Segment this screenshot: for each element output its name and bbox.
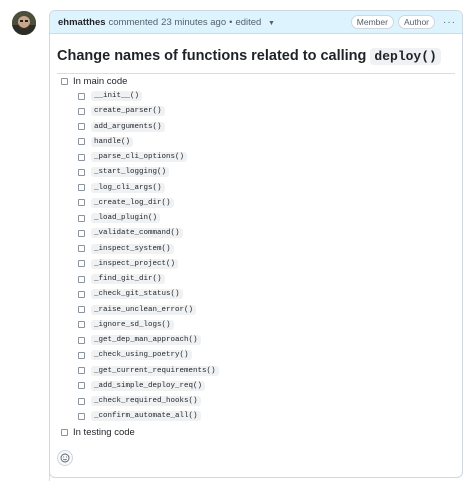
function-name: _log_cli_args()	[91, 182, 165, 193]
task-checkbox[interactable]	[78, 397, 85, 405]
function-name: _validate_command()	[91, 228, 183, 239]
task-main-code: In main code	[61, 74, 127, 88]
task-item: _get_current_requirements()	[78, 364, 219, 378]
task-checkbox[interactable]	[61, 77, 68, 85]
task-item: _create_log_dir()	[78, 196, 174, 210]
function-name: _check_using_poetry()	[91, 350, 192, 361]
task-item: _raise_unclean_error()	[78, 303, 197, 317]
task-item: _inspect_system()	[78, 242, 174, 256]
task-item: _inspect_project()	[78, 257, 179, 271]
task-item: _validate_command()	[78, 226, 183, 240]
more-options-icon[interactable]: ···	[443, 17, 456, 28]
function-name: _inspect_project()	[91, 258, 179, 269]
function-name: _parse_cli_options()	[91, 152, 188, 162]
function-name: _inspect_system()	[91, 243, 174, 254]
function-name: add_arguments()	[91, 121, 165, 132]
task-checkbox[interactable]	[78, 290, 85, 298]
task-checkbox[interactable]	[78, 382, 85, 390]
task-checkbox[interactable]	[78, 92, 85, 100]
task-checkbox[interactable]	[78, 367, 85, 374]
task-item: _start_logging()	[78, 165, 170, 179]
edited-label: edited	[235, 16, 262, 28]
task-checkbox[interactable]	[78, 275, 85, 283]
title-text: Change names of functions related to cal…	[57, 48, 371, 64]
function-name: _raise_unclean_error()	[91, 304, 197, 315]
task-item: _add_simple_deploy_req()	[78, 379, 206, 393]
task-checkbox[interactable]	[78, 412, 85, 420]
avatar-image	[12, 11, 36, 35]
task-item: _get_dep_man_approach()	[78, 333, 201, 347]
add-reaction-button[interactable]	[57, 450, 73, 466]
task-checkbox[interactable]	[78, 336, 85, 344]
function-name: create_parser()	[91, 106, 165, 117]
task-checkbox[interactable]	[78, 245, 85, 252]
task-item: _confirm_automate_all()	[78, 409, 201, 423]
author-badge: Author	[397, 15, 435, 29]
task-item: __init__()	[78, 89, 143, 103]
member-badge: Member	[350, 15, 394, 29]
comment-header: ehmatthes commented 23 minutes ago • edi…	[50, 11, 462, 34]
function-name: _start_logging()	[91, 167, 170, 178]
task-checkbox[interactable]	[78, 138, 85, 146]
task-checkbox[interactable]	[78, 321, 85, 329]
task-checkbox[interactable]	[78, 107, 85, 115]
author-link[interactable]: ehmatthes	[58, 17, 106, 28]
function-name: handle()	[91, 136, 134, 147]
task-label: In testing code	[73, 426, 135, 438]
task-checkbox[interactable]	[78, 306, 85, 313]
chevron-down-icon: ▼	[267, 19, 275, 27]
task-checkbox[interactable]	[78, 153, 85, 161]
comment-card: ehmatthes commented 23 minutes ago • edi…	[49, 10, 463, 478]
task-item: create_parser()	[78, 104, 165, 118]
edited-dropdown[interactable]: edited ▼	[235, 17, 274, 28]
task-item: _find_git_dir()	[78, 272, 165, 286]
task-item: _load_plugin()	[78, 211, 161, 225]
function-name: _confirm_automate_all()	[91, 411, 201, 422]
function-name: __init__()	[91, 91, 143, 101]
header-separator: •	[229, 16, 233, 28]
task-item: _ignore_sd_logs()	[78, 318, 174, 332]
task-item: _check_git_status()	[78, 287, 183, 301]
function-name: _check_git_status()	[91, 289, 183, 300]
task-checkbox[interactable]	[78, 229, 85, 237]
task-item: _check_using_poetry()	[78, 348, 192, 362]
task-checkbox[interactable]	[78, 123, 85, 130]
task-item: add_arguments()	[78, 120, 165, 134]
task-item: _check_required_hooks()	[78, 394, 201, 408]
comment-timestamp[interactable]: 23 minutes ago	[161, 17, 226, 28]
avatar[interactable]	[12, 11, 36, 35]
task-checkbox[interactable]	[78, 199, 85, 207]
task-checkbox[interactable]	[78, 168, 85, 176]
task-item: _log_cli_args()	[78, 181, 165, 195]
task-item: handle()	[78, 135, 134, 149]
task-checkbox[interactable]	[61, 428, 68, 436]
task-checkbox[interactable]	[78, 214, 85, 222]
task-item: _parse_cli_options()	[78, 150, 188, 164]
task-checkbox[interactable]	[78, 260, 85, 268]
function-name: _find_git_dir()	[91, 274, 165, 284]
task-checkbox[interactable]	[78, 351, 85, 359]
comment-body: Change names of functions related to cal…	[50, 45, 462, 74]
function-name: _get_current_requirements()	[91, 365, 219, 376]
function-name: _get_dep_man_approach()	[91, 335, 201, 345]
function-name: _load_plugin()	[91, 213, 161, 223]
function-name: _check_required_hooks()	[91, 396, 201, 406]
task-testing-code: In testing code	[61, 425, 135, 439]
title-code: deploy()	[370, 48, 441, 65]
task-label: In main code	[73, 75, 128, 87]
comment-action: commented	[108, 16, 159, 28]
function-name: _create_log_dir()	[91, 197, 174, 208]
smiley-icon	[60, 453, 70, 463]
page-title: Change names of functions related to cal…	[57, 45, 462, 67]
function-name: _add_simple_deploy_req()	[91, 380, 206, 391]
function-name: _ignore_sd_logs()	[91, 319, 174, 330]
task-checkbox[interactable]	[78, 184, 85, 191]
